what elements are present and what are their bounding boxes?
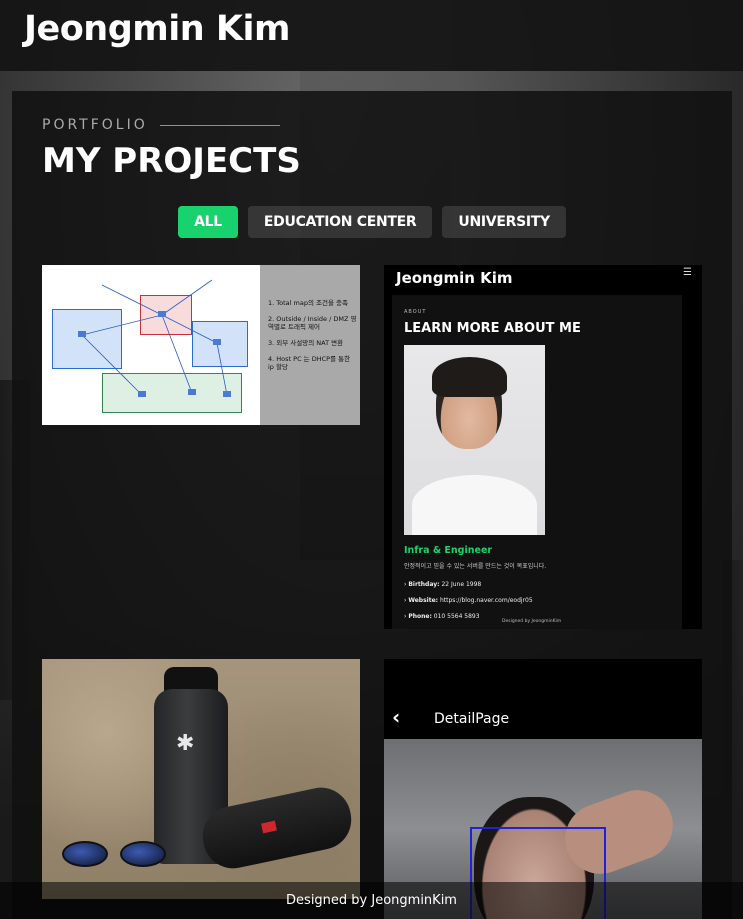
network-note-3: 3. 외부 사설망의 NAT 변환 — [268, 339, 344, 347]
about-page-footer: Designed by JeongminKim — [502, 619, 562, 624]
bottle-logo-icon: ✱ — [176, 731, 195, 756]
phone-value: 010 5564 5893 — [433, 613, 480, 620]
chevron-left-icon: ‹ — [392, 705, 401, 729]
network-links — [78, 279, 231, 397]
network-note-1: 1. Total map의 조건을 충족 — [268, 299, 348, 307]
network-note-2-text: Outside / Inside / DMZ 영역별로 트래픽 제어 — [268, 315, 357, 331]
profile-shirt — [412, 475, 537, 535]
section-label-text: PORTFOLIO — [42, 117, 148, 133]
about-page-role: Infra & Engineer — [404, 545, 493, 556]
filter-all[interactable]: ALL — [178, 206, 238, 238]
website-value: https://blog.naver.com/eodjr05 — [439, 597, 533, 604]
profile-hair — [432, 357, 507, 397]
brand-link[interactable]: Jeongmin Kim — [24, 9, 290, 49]
birthday-label: Birthday: — [408, 581, 440, 588]
about-page-description: 안정적이고 믿을 수 있는 서버를 만드는 것이 목표입니다. — [404, 563, 547, 570]
filter-university[interactable]: UNIVERSITY — [442, 206, 566, 238]
app-title: DetailPage — [434, 711, 510, 727]
about-page-website: › Website: https://blog.naver.com/eodjr0… — [404, 597, 533, 604]
portfolio-section: PORTFOLIO MY PROJECTS ALL EDUCATION CENT… — [12, 91, 732, 919]
network-notes-list: 1. Total map의 조건을 충족 2. Outside / Inside… — [268, 299, 358, 379]
sunglasses — [58, 835, 178, 871]
phone-label: Phone: — [408, 613, 432, 620]
footer-credit: Designed by JeongminKim — [286, 893, 457, 908]
network-note-4: 4. Host PC 는 DHCP를 통한 ip 할당 — [268, 355, 351, 371]
portfolio-item-product-photo[interactable]: ✱ — [42, 659, 360, 899]
website-label: Website: — [408, 597, 439, 604]
menu-icon: ☰ — [683, 267, 692, 278]
portfolio-item-about-page[interactable]: Jeongmin Kim ☰ ABOUT LEARN MORE ABOUT ME… — [384, 265, 702, 629]
sunglasses-lens-left — [62, 841, 108, 867]
about-page-site-title: Jeongmin Kim — [396, 269, 513, 287]
portfolio-item-network[interactable]: 1. Total map의 조건을 충족 2. Outside / Inside… — [42, 265, 360, 425]
network-note-1-text: Total map의 조건을 충족 — [276, 299, 348, 307]
about-page-label: ABOUT — [404, 309, 427, 315]
network-note-2: 2. Outside / Inside / DMZ 영역별로 트래픽 제어 — [268, 315, 357, 331]
birthday-value: 22 June 1998 — [441, 581, 482, 588]
network-note-4-text: Host PC 는 DHCP를 통한 ip 할당 — [268, 355, 351, 371]
about-page-phone: › Phone: 010 5564 5893 — [404, 613, 480, 620]
about-page-title: LEARN MORE ABOUT ME — [404, 321, 581, 336]
network-note-3-text: 외부 사설망의 NAT 변환 — [276, 339, 344, 347]
section-label: PORTFOLIO — [42, 117, 280, 133]
about-page-panel: ABOUT LEARN MORE ABOUT ME Infra & Engine… — [392, 295, 682, 629]
portfolio-filters: ALL EDUCATION CENTER UNIVERSITY — [12, 206, 732, 238]
site-footer: Designed by JeongminKim — [0, 882, 743, 919]
about-page-birthday: › Birthday: 22 June 1998 — [404, 581, 482, 588]
portfolio-item-app[interactable]: ‹ DetailPage — [384, 659, 702, 919]
site-header: Jeongmin Kim — [0, 0, 743, 71]
profile-photo — [404, 345, 545, 535]
network-diagram-image — [42, 265, 260, 425]
sunglasses-lens-right — [120, 841, 166, 867]
section-title: MY PROJECTS — [42, 141, 301, 181]
section-label-line — [159, 124, 280, 126]
filter-education-center[interactable]: EDUCATION CENTER — [247, 206, 433, 238]
app-topbar: ‹ DetailPage — [384, 659, 702, 739]
